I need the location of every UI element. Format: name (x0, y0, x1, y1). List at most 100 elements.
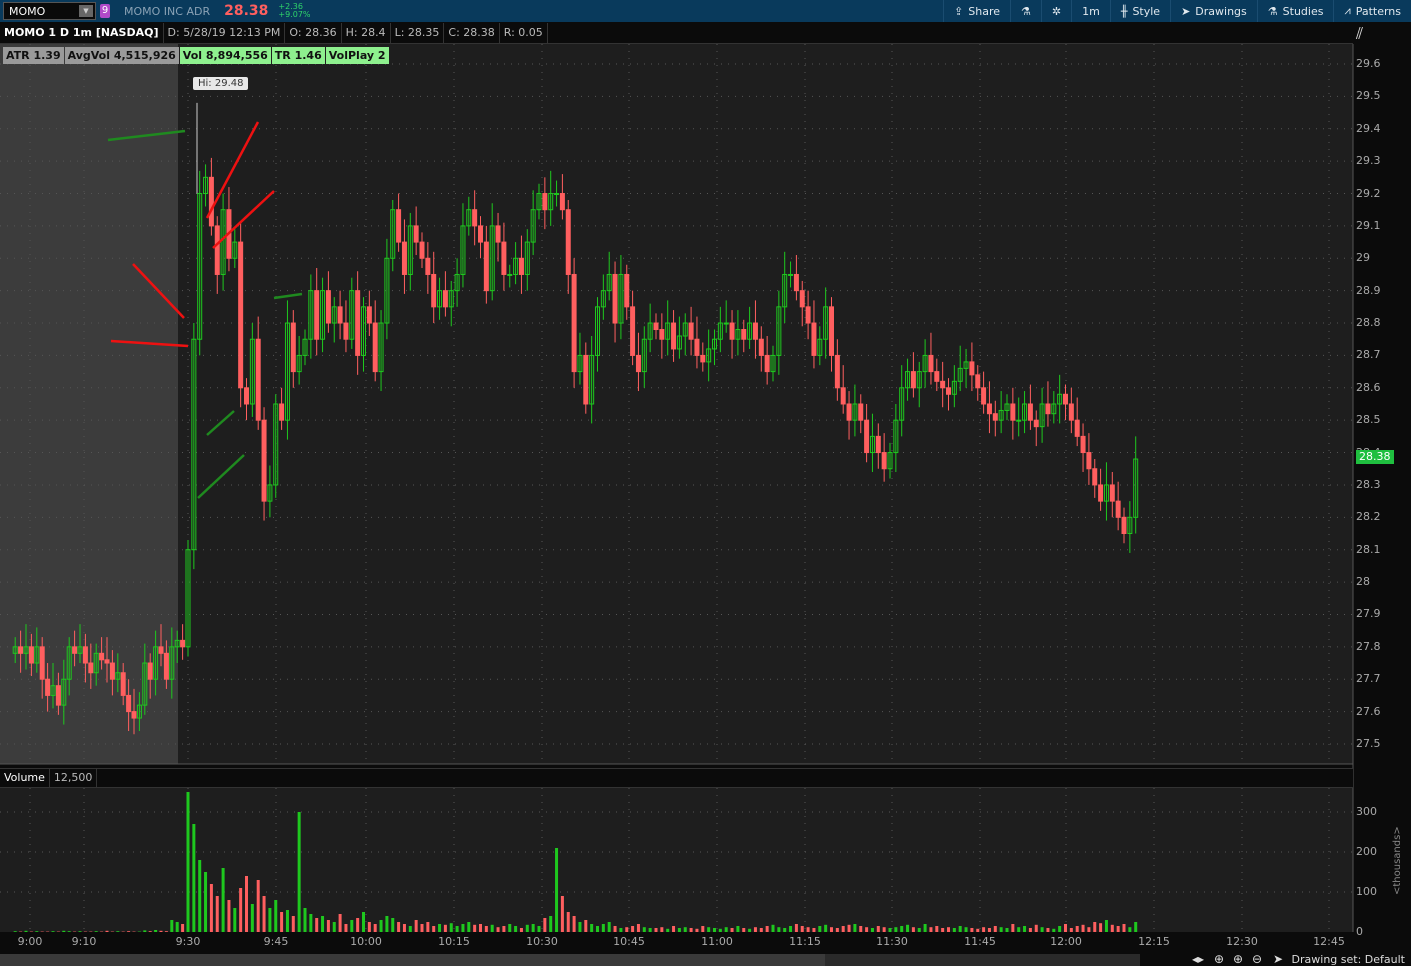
time-tick: 9:00 (17, 935, 43, 948)
volume-bar (525, 924, 529, 932)
volume-bar (1023, 926, 1027, 932)
candle (969, 361, 975, 376)
volume-bar (514, 926, 518, 932)
volume-bar (78, 931, 82, 932)
volume-bar (935, 926, 939, 932)
price-tick: 29.1 (1356, 218, 1381, 232)
volume-bar (321, 916, 325, 932)
candle (934, 371, 940, 382)
volume-bar (508, 924, 512, 932)
price-tick: 28.9 (1356, 283, 1381, 297)
volume-bar (309, 914, 313, 932)
zoom-in-icon[interactable]: ⊕ (1233, 952, 1243, 966)
zoom-out-icon[interactable]: ⊖ (1252, 952, 1262, 966)
volume-bar (154, 930, 158, 932)
pointer-icon[interactable]: ➤ (1273, 952, 1283, 966)
candle (483, 241, 489, 292)
volume-bar (631, 926, 635, 932)
candle (788, 273, 794, 276)
candle (442, 290, 448, 308)
price-tick: 28.7 (1356, 348, 1381, 362)
candle (82, 646, 88, 664)
candle (875, 435, 881, 454)
candle (45, 678, 51, 696)
volume-bar (900, 926, 904, 932)
volume-bar (438, 924, 442, 932)
volume-bar (537, 926, 541, 932)
volume-bar (1017, 927, 1021, 932)
candle (829, 306, 834, 356)
candle (1092, 468, 1098, 486)
study-labels: ATR 1.39 AvgVol 4,515,926 Vol 8,894,556 … (3, 47, 389, 64)
volume-bar (24, 930, 28, 932)
candle (858, 403, 864, 421)
volume-bar (596, 926, 599, 932)
volume-bar (929, 927, 933, 932)
candle (940, 380, 946, 389)
volume-bar (350, 920, 354, 932)
volume-bar (560, 896, 564, 932)
volume-bar (812, 928, 816, 932)
candle (992, 413, 998, 421)
volume-bar (947, 927, 950, 932)
candle (612, 273, 618, 324)
candle (758, 338, 764, 356)
volume-bar (870, 928, 874, 932)
volume-bar (941, 928, 945, 932)
volume-bar (701, 926, 705, 932)
volume-bar (262, 896, 266, 932)
candle (419, 241, 425, 259)
volume-bar (742, 928, 746, 932)
volume-bar (303, 908, 307, 932)
tr-label: TR 1.46 (271, 47, 325, 64)
candle (799, 290, 805, 308)
volume-bar (1122, 924, 1126, 932)
volume-bar (285, 910, 289, 932)
volume-bar (882, 927, 886, 932)
volume-bar (490, 924, 494, 932)
candle (1080, 435, 1086, 454)
time-tick: 11:15 (789, 935, 821, 948)
volume-bar (239, 888, 243, 932)
candle (337, 306, 343, 324)
volume-bar (619, 928, 623, 932)
candle (635, 354, 641, 373)
volume-bar (1134, 922, 1138, 932)
volume-bar (806, 927, 810, 932)
price-tick: 27.9 (1356, 607, 1381, 621)
volume-bar (426, 922, 430, 932)
volume-bar (1069, 928, 1073, 932)
time-tick: 12:45 (1313, 935, 1345, 948)
volume-bar (1028, 928, 1032, 932)
volume-bar (800, 926, 804, 932)
volume-bar (917, 928, 921, 932)
volume-bar (1116, 926, 1120, 932)
volume-bar (999, 927, 1003, 932)
chart-canvas[interactable] (0, 0, 1411, 966)
volume-bar (315, 918, 319, 932)
atr-label: ATR 1.39 (3, 47, 64, 64)
price-panel-bg (0, 44, 1353, 764)
volume-bar (666, 928, 670, 932)
candle (1010, 403, 1016, 421)
scrollbar-thumb[interactable] (825, 954, 1140, 966)
time-tick: 9:30 (175, 935, 201, 948)
volume-bar (1005, 928, 1009, 932)
volume-bar (993, 926, 997, 932)
volume-bar (116, 931, 120, 932)
pan-icon[interactable]: ◂▸ (1192, 952, 1204, 966)
candle (910, 371, 916, 389)
time-tick: 10:45 (613, 935, 645, 948)
volume-bar (713, 928, 716, 932)
volume-bar (204, 872, 208, 932)
volume-bar (449, 923, 453, 932)
time-tick: 10:30 (526, 935, 558, 948)
volume-bar (888, 928, 892, 932)
candle (88, 662, 94, 674)
candle (946, 387, 951, 395)
crosshair-icon[interactable]: ⊕ (1214, 952, 1224, 966)
volume-bar (976, 928, 980, 932)
price-tick: 29.5 (1356, 89, 1381, 103)
candle (314, 290, 320, 340)
volume-bar (607, 922, 611, 932)
